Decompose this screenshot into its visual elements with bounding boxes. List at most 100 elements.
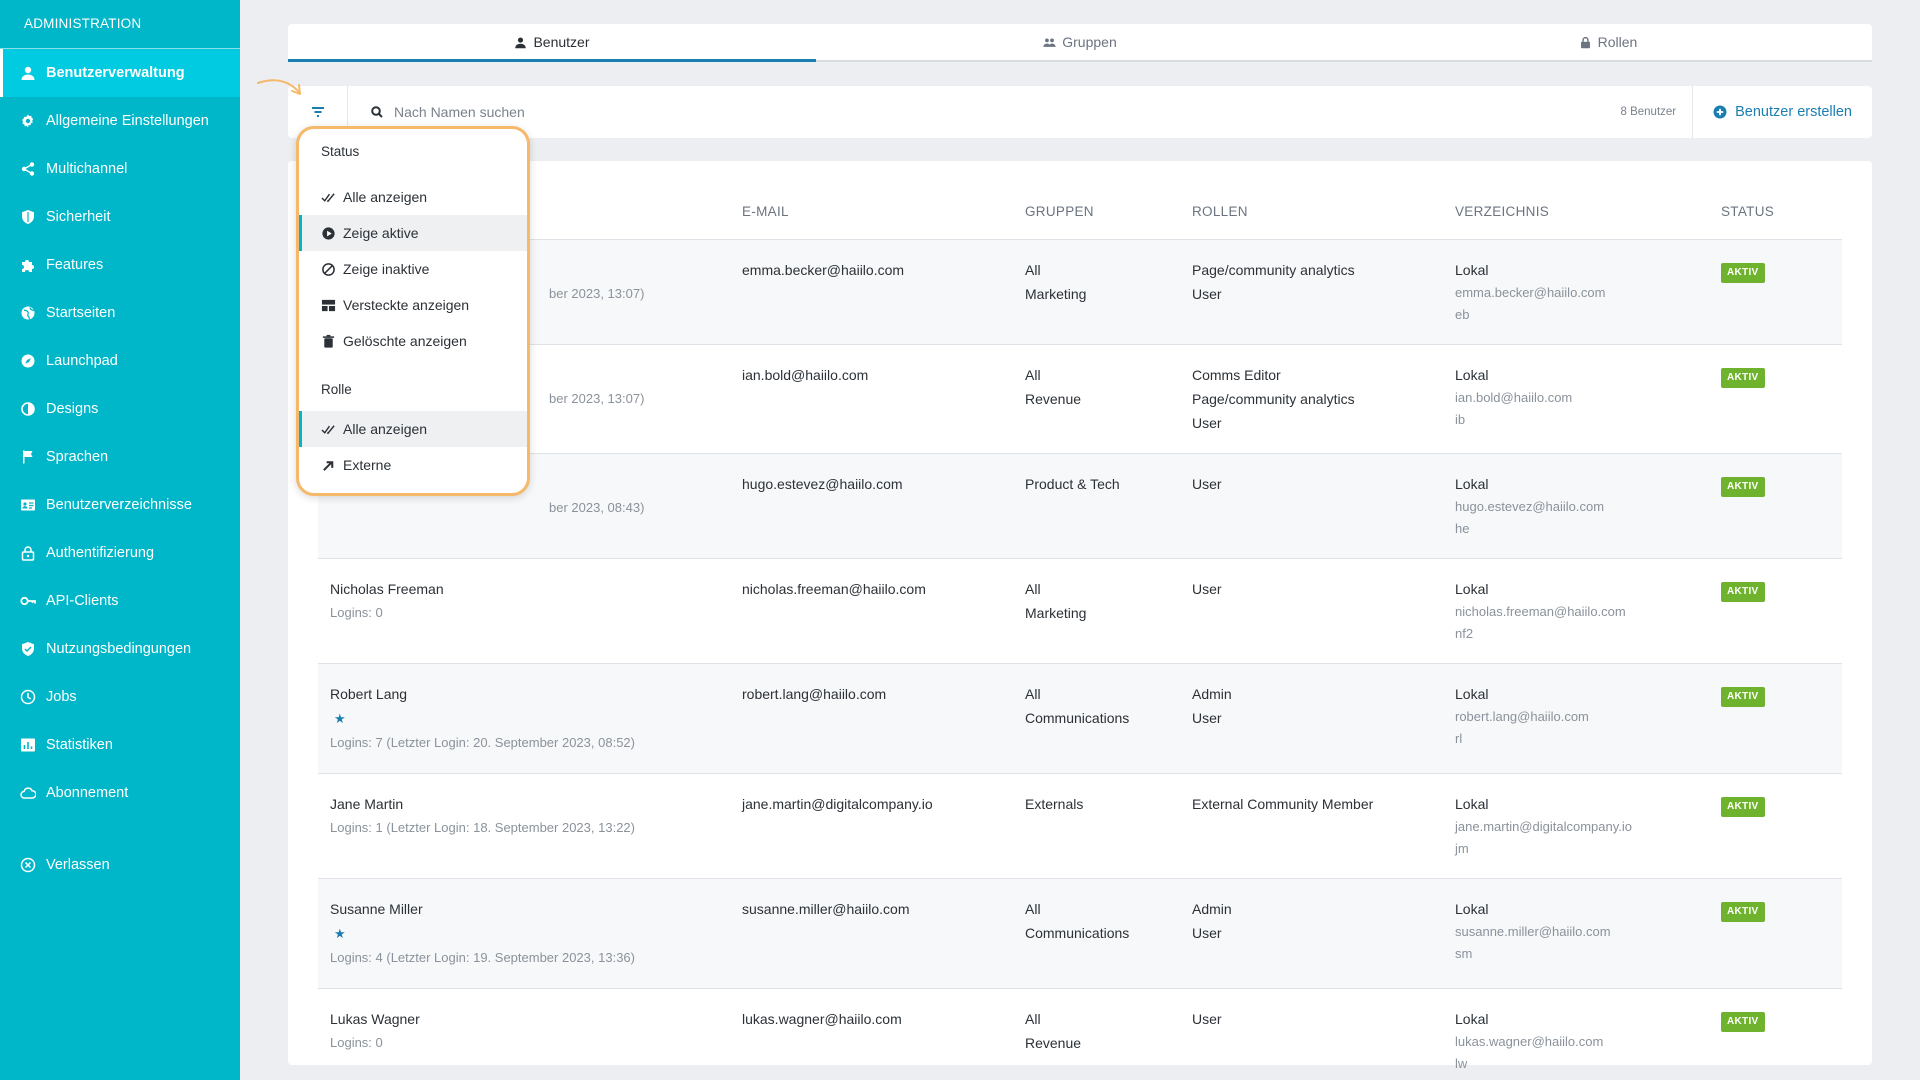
status-filter-zeige-inaktive[interactable]: Zeige inaktive <box>299 251 527 287</box>
user-email: jane.martin@digitalcompany.io <box>742 795 933 812</box>
status-filter-zeige-aktive[interactable]: Zeige aktive <box>299 215 527 251</box>
contrast-icon <box>20 400 46 418</box>
compass-icon <box>20 352 46 370</box>
search-input[interactable] <box>394 104 1621 120</box>
directory-id: ib <box>1455 411 1466 427</box>
cell-email: susanne.miller@haiilo.com <box>730 878 1013 989</box>
status-badge: AKTIV <box>1721 262 1765 283</box>
user-email: hugo.estevez@haiilo.com <box>742 475 903 492</box>
user-email: robert.lang@haiilo.com <box>742 685 887 702</box>
status-filter-gel-schte-anzeigen[interactable]: Gelöschte anzeigen <box>299 323 527 359</box>
role-filter-externe[interactable]: Externe <box>299 447 527 483</box>
group-name: All <box>1025 261 1041 278</box>
sidebar-item-label: Startseiten <box>46 305 116 321</box>
table-row[interactable]: ber 2023, 13:07) emma.becker@haiilo.com Al… <box>318 239 1842 345</box>
cell-status: AKTIV <box>1709 663 1842 774</box>
sidebar-item-launchpad[interactable]: Launchpad <box>0 337 240 385</box>
column-header-directory[interactable]: VERZEICHNIS <box>1443 185 1709 240</box>
user-email: emma.becker@haiilo.com <box>742 261 905 278</box>
sidebar-item-label: Features <box>46 257 104 273</box>
group-name: All <box>1025 1010 1041 1027</box>
user-logins: Logins: 1 (Letzter Login: 18. September … <box>330 819 635 835</box>
sidebar-item-startseiten[interactable]: Startseiten <box>0 289 240 337</box>
cell-groups: All Revenue <box>1013 344 1180 454</box>
table-row[interactable]: Lukas Wagner Logins: 0 lukas.wagner@haiilo… <box>318 988 1842 1080</box>
directory-name: Lokal <box>1455 685 1489 702</box>
check-double-icon <box>321 189 343 205</box>
status-badge: AKTIV <box>1721 796 1765 817</box>
sidebar-item-authentifizierung[interactable]: Authentifizierung <box>0 529 240 577</box>
user-name-line: Lukas Wagner <box>330 1007 730 1031</box>
group-name: Revenue <box>1025 1034 1082 1051</box>
directory-name: Lokal <box>1455 261 1489 278</box>
cell-directory: Lokal nicholas.freeman@haiilo.com nf2 <box>1443 558 1709 664</box>
role-name: Admin <box>1192 900 1232 917</box>
filter-option-label: Zeige inaktive <box>343 261 430 277</box>
cell-roles: External Community Member <box>1180 773 1443 879</box>
column-header-groups[interactable]: GRUPPEN <box>1013 185 1180 240</box>
cell-groups: All Marketing <box>1013 239 1180 345</box>
user-logins: Logins: 7 (Letzter Login: 20. September … <box>330 734 635 750</box>
sidebar-item-label: Nutzungsbedingungen <box>46 641 192 657</box>
grid-icon <box>321 297 343 313</box>
cell-email: emma.becker@haiilo.com <box>730 239 1013 345</box>
status-filter-alle-anzeigen[interactable]: Alle anzeigen <box>299 179 527 215</box>
tab-gruppen[interactable]: Gruppen <box>816 24 1344 60</box>
table-header-row: E-MAIL GRUPPEN ROLLEN VERZEICHNIS STATUS <box>318 185 1842 240</box>
directory-name: Lokal <box>1455 580 1489 597</box>
cell-directory: Lokal hugo.estevez@haiilo.com he <box>1443 453 1709 559</box>
tab-bar: Benutzer Gruppen Rollen <box>288 24 1872 62</box>
sidebar-item-verlassen[interactable]: Verlassen <box>0 841 240 889</box>
sidebar-item-multichannel[interactable]: Multichannel <box>0 145 240 193</box>
cell-directory: Lokal lukas.wagner@haiilo.com lw <box>1443 988 1709 1080</box>
status-filter-versteckte-anzeigen[interactable]: Versteckte anzeigen <box>299 287 527 323</box>
tab-benutzer[interactable]: Benutzer <box>288 24 816 62</box>
sidebar-item-nutzungsbedingungen[interactable]: Nutzungsbedingungen <box>0 625 240 673</box>
sidebar-item-statistiken[interactable]: Statistiken <box>0 721 240 769</box>
table-row[interactable]: Jane Martin Logins: 1 (Letzter Login: 18.… <box>318 773 1842 879</box>
sidebar-item-sicherheit[interactable]: Sicherheit <box>0 193 240 241</box>
lock-icon <box>1580 36 1590 48</box>
sidebar-item-api-clients[interactable]: API-Clients <box>0 577 240 625</box>
table-row[interactable]: ber 2023, 13:07) ian.bold@haiilo.com All Re… <box>318 344 1842 454</box>
cell-status: AKTIV <box>1709 988 1842 1080</box>
sidebar-item-jobs[interactable]: Jobs <box>0 673 240 721</box>
status-badge: AKTIV <box>1721 686 1765 707</box>
sidebar-item-designs[interactable]: Designs <box>0 385 240 433</box>
tab-label: Gruppen <box>1062 34 1117 50</box>
shield-check-icon <box>20 640 46 658</box>
user-name: Susanne Miller <box>330 900 423 917</box>
flag-icon <box>20 448 46 466</box>
sidebar-item-label: Designs <box>46 401 99 417</box>
cell-email: robert.lang@haiilo.com <box>730 663 1013 774</box>
cell-email: hugo.estevez@haiilo.com <box>730 453 1013 559</box>
sidebar-item-abonnement[interactable]: Abonnement <box>0 769 240 817</box>
sidebar-item-sprachen[interactable]: Sprachen <box>0 433 240 481</box>
sidebar-item-benutzerverzeichnisse[interactable]: Benutzerverzeichnisse <box>0 481 240 529</box>
cell-status: AKTIV <box>1709 453 1842 559</box>
sidebar-item-label: Verlassen <box>46 857 110 873</box>
toolbar: 8 Benutzer Benutzer erstellen <box>288 86 1872 138</box>
cell-groups: Product & Tech <box>1013 453 1180 559</box>
tab-rollen[interactable]: Rollen <box>1344 24 1872 60</box>
table-row[interactable]: Robert Lang ★ Logins: 7 (Letzter Login: 20… <box>318 663 1842 774</box>
column-header-email[interactable]: E-MAIL <box>730 185 1013 240</box>
cell-roles: Admin User <box>1180 878 1443 989</box>
user-name: Lukas Wagner <box>330 1010 420 1027</box>
table-row[interactable]: Susanne Miller ★ Logins: 4 (Letzter Login:… <box>318 878 1842 989</box>
status-section-title: Status <box>321 143 360 159</box>
table-row[interactable]: Nicholas Freeman Logins: 0 nicholas.freema… <box>318 558 1842 664</box>
column-header-status[interactable]: STATUS <box>1709 185 1842 240</box>
table-row[interactable]: ber 2023, 08:43) hugo.estevez@haiilo.com P… <box>318 453 1842 559</box>
role-filter-alle-anzeigen[interactable]: Alle anzeigen <box>299 411 527 447</box>
sidebar-item-allgemeine-einstellungen[interactable]: Allgemeine Einstellungen <box>0 97 240 145</box>
create-user-button[interactable]: Benutzer erstellen <box>1692 86 1872 138</box>
column-header-roles[interactable]: ROLLEN <box>1180 185 1443 240</box>
sidebar-item-features[interactable]: Features <box>0 241 240 289</box>
role-name: User <box>1192 1010 1222 1027</box>
sidebar-item-benutzerverwaltung[interactable]: Benutzerverwaltung <box>0 49 240 97</box>
sidebar-item-label: Allgemeine Einstellungen <box>46 113 209 129</box>
clock-icon <box>20 688 46 706</box>
sidebar-item-label: Multichannel <box>46 161 128 177</box>
directory-name: Lokal <box>1455 795 1489 812</box>
